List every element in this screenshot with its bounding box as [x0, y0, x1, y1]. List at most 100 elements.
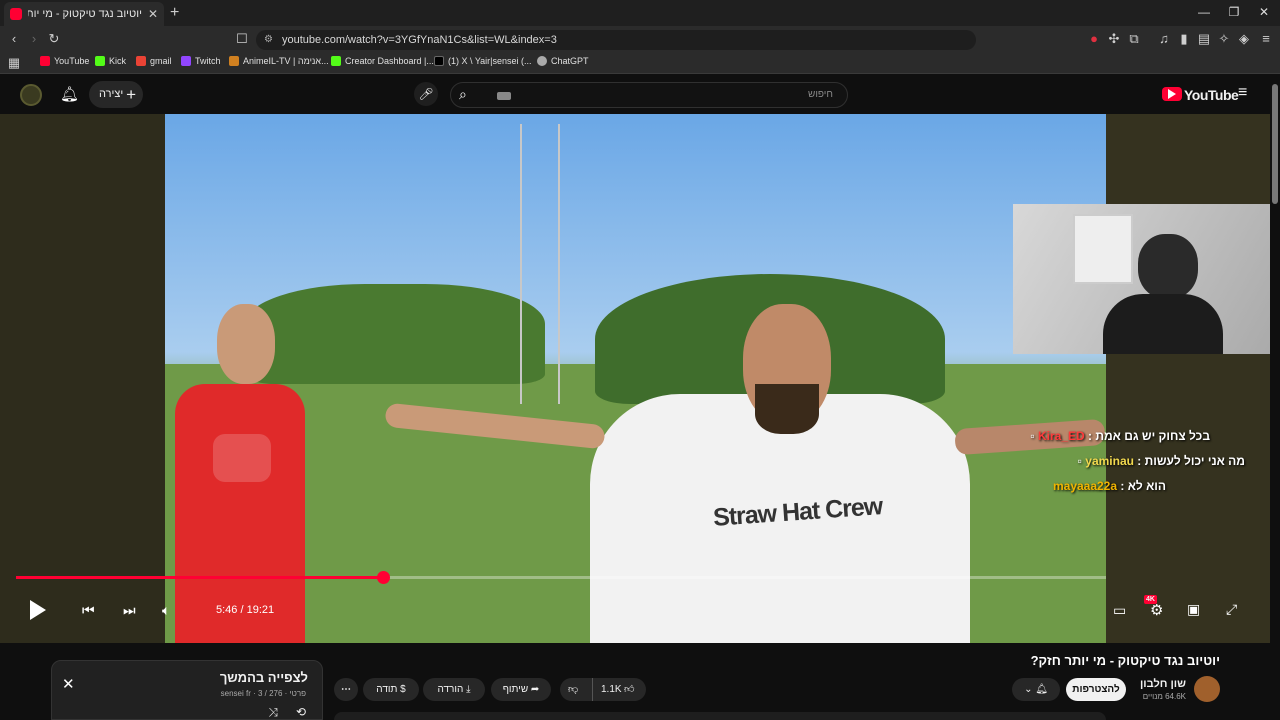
subtitles-icon[interactable]: ▭: [1113, 602, 1126, 619]
page-scrollbar[interactable]: [1272, 84, 1278, 204]
bookmark-label: Twitch: [195, 56, 221, 66]
address-bar[interactable]: ⚙ youtube.com/watch?v=3YGfYnaN1Cs&list=W…: [256, 30, 976, 50]
search-placeholder: חיפוש: [808, 89, 833, 100]
bookmark-kick[interactable]: Kick: [95, 56, 126, 66]
playlist-meta: פרטי · sensei fr · 3 / 276: [220, 689, 306, 698]
power-tower: [520, 124, 560, 404]
bookmark-x[interactable]: (1) X \ Yair|sensei (...: [434, 56, 532, 66]
close-tab-icon[interactable]: ✕: [148, 7, 158, 21]
previous-icon[interactable]: ⏮︎: [82, 602, 95, 619]
stream-overlay-panel: [1106, 114, 1270, 643]
menu-icon[interactable]: ≡: [1258, 31, 1274, 47]
extension-icon[interactable]: ●: [1086, 31, 1102, 47]
divider: [592, 678, 593, 701]
fullscreen-icon[interactable]: ⤢: [1226, 601, 1237, 618]
avatar[interactable]: [20, 84, 42, 106]
keyboard-icon[interactable]: [497, 92, 511, 100]
description-box[interactable]: [334, 712, 1106, 720]
beard: [755, 384, 819, 434]
voice-search-icon[interactable]: 🎤︎: [414, 82, 438, 106]
chevron-down-icon: ⌄: [1024, 684, 1033, 695]
bookmark-gmail[interactable]: gmail: [136, 56, 172, 66]
loop-icon[interactable]: ⟲: [296, 705, 306, 719]
like-icon[interactable]: 👍︎: [624, 678, 634, 701]
like-count[interactable]: 1.1K: [601, 678, 622, 701]
bookmarks-bar: ▦ YouTube Kick gmail Twitch AnimeIL-TV |…: [0, 52, 1280, 74]
quality-badge: 4K: [1144, 595, 1157, 604]
media-icon[interactable]: ♫: [1156, 31, 1172, 47]
browser-tab[interactable]: יוטיוב נגד טיקטוק - מי יותר חזק? ✕: [4, 2, 164, 26]
wallet-icon[interactable]: ▤: [1196, 31, 1212, 47]
bookmark-chatgpt[interactable]: ChatGPT: [537, 56, 589, 66]
create-button[interactable]: יצירה +: [89, 81, 143, 108]
progress-played: [16, 576, 384, 579]
site-info-icon[interactable]: ⚙: [264, 30, 273, 50]
bookmark-label: ChatGPT: [551, 56, 589, 66]
channel-avatar[interactable]: [1194, 676, 1220, 702]
close-window-icon[interactable]: ✕: [1254, 5, 1274, 19]
bookmark-twitch[interactable]: Twitch: [181, 56, 221, 66]
streamer-webcam: [1013, 204, 1270, 354]
restore-icon[interactable]: ❐: [1224, 5, 1244, 19]
next-icon[interactable]: ⏭︎: [123, 602, 136, 619]
animeil-icon: [229, 56, 239, 66]
bookmark-creator-dashboard[interactable]: Creator Dashboard |...: [331, 56, 434, 66]
volume-icon[interactable]: 🔈︎: [162, 602, 170, 619]
download-button[interactable]: הורדה ⤓: [423, 678, 485, 701]
kick-icon: [331, 56, 341, 66]
search-icon[interactable]: ⌕: [459, 86, 467, 103]
browser-tab-strip: יוטיוב נגד טיקטוק - מי יותר חזק? ✕ + — ❐…: [0, 0, 1280, 26]
close-playlist-icon[interactable]: ✕: [62, 675, 75, 693]
like-dislike-group: 👎︎ 1.1K 👍︎: [560, 678, 646, 701]
bookmark-icon[interactable]: ☐: [234, 31, 250, 47]
chat-message: מה אני יכול לעשות : yaminau ▫: [1077, 454, 1245, 468]
bookmark-animeil[interactable]: AnimeIL-TV | אנימה...: [229, 56, 329, 66]
playlist-title: לצפייה בהמשך: [219, 670, 308, 685]
playlist-panel: ✕ לצפייה בהמשך פרטי · sensei fr · 3 / 27…: [51, 660, 323, 720]
notifications-button[interactable]: ⌄ 🔔︎: [1012, 678, 1060, 701]
streamer-body: [1103, 294, 1223, 354]
minimize-icon[interactable]: —: [1194, 5, 1214, 19]
chat-text: הוא לא: [1127, 479, 1166, 493]
new-tab-icon[interactable]: +: [170, 4, 179, 22]
video-player[interactable]: Straw Hat Crew בכל צחוק יש גם אמת : Kira…: [0, 114, 1270, 643]
search-input[interactable]: ⌕ חיפוש: [450, 82, 848, 108]
gmail-icon: [136, 56, 146, 66]
bookmark-label: AnimeIL-TV | אנימה...: [243, 56, 329, 66]
video-title: יוטיוב נגד טיקטוק - מי יותר חזק?: [1030, 653, 1220, 668]
reload-icon[interactable]: ↻: [46, 31, 62, 47]
download-label: הורדה: [437, 684, 464, 695]
bookmark-youtube[interactable]: YouTube: [40, 56, 89, 66]
subscriber-count: 64.6K מנויים: [1142, 692, 1186, 701]
video-frame[interactable]: Straw Hat Crew: [165, 114, 1106, 643]
share-label: שיתוף: [502, 684, 529, 695]
hamburger-menu-icon[interactable]: ≡: [1238, 84, 1247, 102]
channel-name[interactable]: שון חלבון: [1140, 678, 1186, 690]
leo-icon[interactable]: ✧: [1216, 31, 1232, 47]
notifications-bell-icon[interactable]: 🔔︎: [60, 85, 79, 103]
subscribe-button[interactable]: להצטרפות: [1066, 678, 1126, 701]
more-actions-icon[interactable]: ⋯: [334, 678, 358, 701]
shuffle-icon[interactable]: ⤨: [268, 705, 278, 720]
twitch-icon: [181, 56, 191, 66]
theater-mode-icon[interactable]: ▣: [1187, 601, 1200, 618]
shirt-play-logo-icon: [213, 434, 271, 482]
screenshot-icon[interactable]: ⧉: [1126, 31, 1142, 47]
chat-text: מה אני יכול לעשות: [1144, 454, 1245, 468]
window: [1073, 214, 1133, 284]
logo-play-icon: [1168, 89, 1176, 99]
forward-icon[interactable]: ›: [26, 31, 42, 47]
apps-grid-icon[interactable]: ▦: [6, 55, 22, 71]
sidebar-icon[interactable]: ▮: [1176, 31, 1192, 47]
thanks-button[interactable]: תודה $: [363, 678, 419, 701]
dislike-button[interactable]: 👎︎: [568, 678, 578, 701]
extensions-puzzle-icon[interactable]: ✣: [1106, 31, 1122, 47]
streamer-head: [1138, 234, 1198, 299]
back-icon[interactable]: ‹: [6, 31, 22, 47]
thanks-icon: $: [400, 684, 406, 695]
vpn-icon[interactable]: ◈: [1236, 31, 1252, 47]
progress-bar[interactable]: [16, 571, 1106, 584]
share-button[interactable]: שיתוף ➦: [491, 678, 551, 701]
youtube-icon: [40, 56, 50, 66]
play-icon[interactable]: [30, 600, 46, 620]
